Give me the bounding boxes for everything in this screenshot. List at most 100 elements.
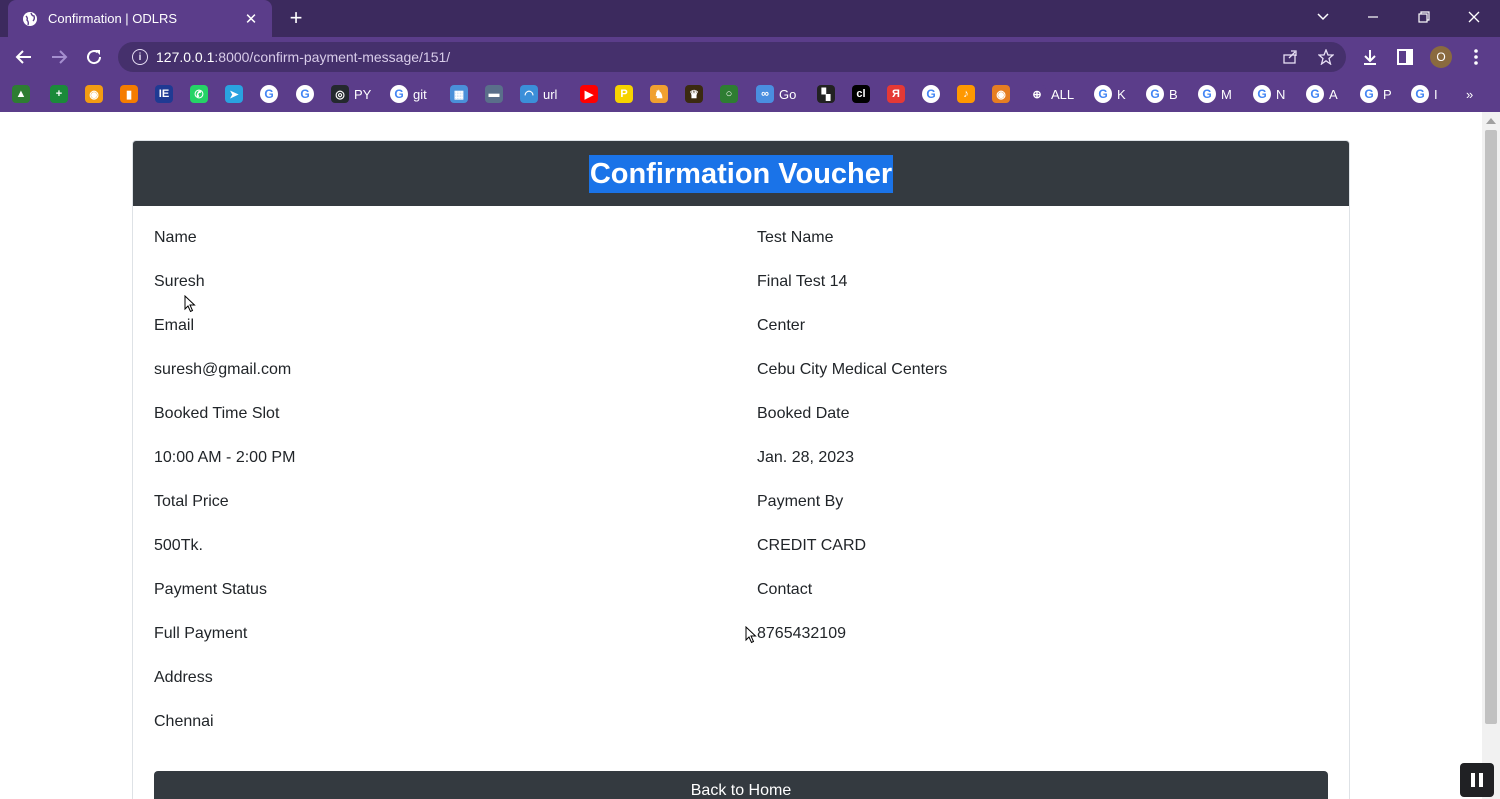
- more-menu-icon[interactable]: [1465, 46, 1487, 68]
- scrollbar-thumb[interactable]: [1485, 130, 1497, 724]
- bookmark-label: M: [1221, 86, 1232, 102]
- bookmark-item[interactable]: ♛: [685, 84, 703, 104]
- bookmark-star-icon[interactable]: [1316, 47, 1336, 67]
- bookmark-item[interactable]: ▮: [120, 84, 138, 104]
- voucher-left-cell: Chennai: [154, 713, 214, 730]
- reload-icon[interactable]: [82, 45, 106, 69]
- voucher-right-cell: 8765432109: [757, 625, 846, 642]
- bookmark-favicon-icon: ♞: [650, 85, 668, 103]
- voucher-row: Payment Status Contact: [154, 581, 1330, 603]
- google-icon: G: [1306, 85, 1324, 103]
- share-icon[interactable]: [1280, 47, 1300, 67]
- tab-strip: Confirmation | ODLRS ✕ +: [0, 0, 1500, 37]
- close-window-icon[interactable]: [1450, 0, 1498, 34]
- voucher-row: suresh@gmail.com Cebu City Medical Center…: [154, 361, 1330, 383]
- bookmark-label: Go: [779, 86, 797, 102]
- url-host: 127.0.0.1: [156, 49, 215, 65]
- voucher-title: Confirmation Voucher: [588, 154, 894, 193]
- back-to-home-button[interactable]: Back to Home: [154, 771, 1328, 799]
- bookmark-item[interactable]: ▚: [817, 84, 835, 104]
- bookmark-item[interactable]: ⊕ ALL: [1028, 84, 1074, 104]
- page-scrollbar[interactable]: [1482, 112, 1500, 799]
- voucher-left-cell: 10:00 AM - 2:00 PM: [154, 449, 296, 466]
- bookmark-item[interactable]: ♞: [650, 84, 668, 104]
- bookmark-item[interactable]: GP: [1360, 84, 1392, 104]
- bookmark-favicon-icon: P: [615, 85, 633, 103]
- bookmark-item[interactable]: Ggit: [390, 84, 427, 104]
- forward-arrow-icon[interactable]: [47, 45, 71, 69]
- bookmarks-overflow-icon[interactable]: »: [1466, 84, 1473, 104]
- side-panel-icon[interactable]: [1394, 46, 1416, 68]
- bookmark-favicon-icon: ⊕: [1028, 85, 1046, 103]
- download-icon[interactable]: [1359, 46, 1381, 68]
- voucher-right-cell: Booked Date: [757, 405, 850, 422]
- voucher-row: Total Price Payment By: [154, 493, 1330, 515]
- bookmark-item[interactable]: ➤: [225, 84, 243, 104]
- voucher-row: 10:00 AM - 2:00 PM Jan. 28, 2023: [154, 449, 1330, 471]
- bookmark-item[interactable]: ▦: [450, 84, 468, 104]
- bookmark-item[interactable]: ▬: [485, 84, 503, 104]
- voucher-left-cell: Payment Status: [154, 581, 267, 598]
- back-arrow-icon[interactable]: [12, 45, 36, 69]
- bookmark-item[interactable]: ○: [720, 84, 738, 104]
- bookmark-favicon-icon: ♪: [957, 85, 975, 103]
- active-tab[interactable]: Confirmation | ODLRS ✕: [8, 0, 272, 37]
- bookmark-favicon-icon: ∞: [756, 85, 774, 103]
- bookmark-item[interactable]: GN: [1253, 84, 1285, 104]
- pause-icon[interactable]: [1460, 763, 1494, 797]
- bookmark-favicon-icon: ◉: [85, 85, 103, 103]
- bookmark-item[interactable]: IE: [155, 84, 173, 104]
- bookmark-item[interactable]: GI: [1411, 84, 1438, 104]
- profile-avatar[interactable]: O: [1430, 46, 1452, 68]
- bookmark-item[interactable]: GA: [1306, 84, 1338, 104]
- tab-search-icon[interactable]: [1299, 0, 1347, 34]
- globe-icon: [22, 11, 38, 27]
- bookmark-label: N: [1276, 86, 1286, 102]
- bookmark-item[interactable]: cl: [852, 84, 870, 104]
- bookmark-favicon-icon: ➤: [225, 85, 243, 103]
- bookmark-item[interactable]: ▶: [580, 84, 598, 104]
- voucher-left-cell: Total Price: [154, 493, 229, 510]
- bookmark-item[interactable]: GB: [1146, 84, 1178, 104]
- bookmark-item[interactable]: ◠ url: [520, 84, 557, 104]
- google-icon: G: [1146, 85, 1164, 103]
- bookmark-label: git: [413, 86, 427, 102]
- restore-icon[interactable]: [1400, 0, 1448, 34]
- bookmark-favicon-icon: ▬: [485, 85, 503, 103]
- bookmark-label: A: [1329, 86, 1338, 102]
- voucher-left-cell: Full Payment: [154, 625, 248, 642]
- bookmark-favicon-icon: Я: [887, 85, 905, 103]
- bookmark-item[interactable]: +: [50, 84, 68, 104]
- scroll-up-arrow-icon[interactable]: [1486, 118, 1496, 124]
- bookmark-label: I: [1434, 86, 1438, 102]
- bookmark-item[interactable]: GK: [1094, 84, 1126, 104]
- bookmark-item[interactable]: ◎ PY: [331, 84, 371, 104]
- bookmark-item[interactable]: G: [260, 84, 278, 104]
- new-tab-button[interactable]: +: [284, 5, 308, 30]
- voucher-left-cell: Booked Time Slot: [154, 405, 280, 422]
- voucher-row: Email Center: [154, 317, 1330, 339]
- bookmark-item[interactable]: GM: [1198, 84, 1232, 104]
- bookmark-item[interactable]: ♪: [957, 84, 975, 104]
- bookmark-item[interactable]: Я: [887, 84, 905, 104]
- bookmark-item[interactable]: ◉: [992, 84, 1010, 104]
- bookmark-item[interactable]: G: [922, 84, 940, 104]
- voucher-right-cell: Jan. 28, 2023: [757, 449, 854, 466]
- bookmark-item[interactable]: ▲: [12, 84, 30, 104]
- voucher-header: Confirmation Voucher: [133, 141, 1349, 206]
- address-bar[interactable]: i 127.0.0.1:8000/confirm-payment-message…: [118, 42, 1346, 72]
- bookmark-item[interactable]: ∞ Go: [756, 84, 796, 104]
- voucher-right-cell: Payment By: [757, 493, 844, 510]
- tab-title: Confirmation | ODLRS: [48, 11, 178, 26]
- voucher-row: Suresh Final Test 14: [154, 273, 1330, 295]
- site-info-icon[interactable]: i: [132, 49, 148, 65]
- bookmark-item[interactable]: P: [615, 84, 633, 104]
- bookmark-item[interactable]: ◉: [85, 84, 103, 104]
- bookmark-item[interactable]: ✆: [190, 84, 208, 104]
- bookmark-item[interactable]: G: [296, 84, 314, 104]
- voucher-row: Full Payment 8765432109: [154, 625, 1330, 647]
- voucher-left-cell: Name: [154, 229, 197, 246]
- bookmark-label: ALL: [1051, 86, 1075, 102]
- minimize-icon[interactable]: [1349, 0, 1397, 34]
- close-tab-icon[interactable]: ✕: [242, 10, 260, 28]
